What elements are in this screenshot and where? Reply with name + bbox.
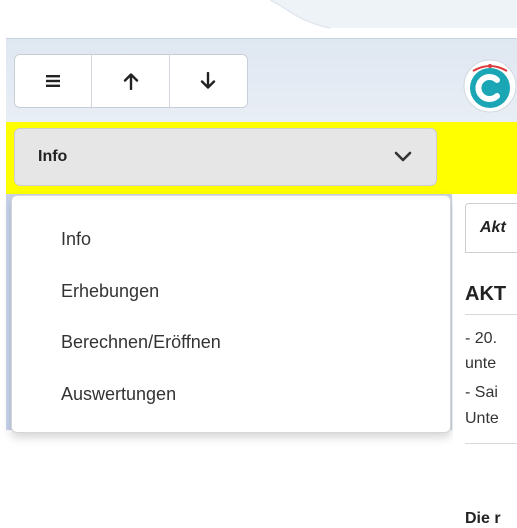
menu-item-erhebungen[interactable]: Erhebungen [12, 266, 450, 318]
arrow-down-icon [201, 72, 216, 89]
arrow-up-icon [123, 73, 138, 90]
menu-item-berechnen-eroeffnen[interactable]: Berechnen/Eröffnen [12, 317, 450, 369]
app-logo [463, 59, 517, 113]
menu-item-info[interactable]: Info [12, 214, 450, 266]
content-bold-line: Die r [465, 510, 501, 527]
content-divider-2 [465, 443, 517, 444]
move-down-button[interactable] [169, 55, 247, 107]
content-divider [465, 314, 517, 315]
content-line-1: - 20. [465, 330, 498, 347]
section-select[interactable]: Info [14, 128, 437, 186]
section-select-value: Info [38, 148, 68, 165]
content-tab[interactable]: Akt [465, 203, 517, 253]
content-heading: AKT [465, 283, 507, 305]
menu-button[interactable] [15, 55, 93, 107]
content-line-2: unte [465, 355, 497, 372]
hamburger-icon [46, 75, 61, 87]
chevron-down-icon [394, 151, 412, 162]
menu-item-auswertungen[interactable]: Auswertungen [12, 369, 450, 421]
section-dropdown-menu: Info Erhebungen Berechnen/Eröffnen Auswe… [11, 195, 451, 433]
content-line-3: - Sai [465, 384, 498, 401]
content-line-4: Unte [465, 410, 499, 427]
navigation-toolbar [14, 54, 248, 108]
top-decoration [269, 0, 517, 29]
move-up-button[interactable] [92, 55, 170, 107]
